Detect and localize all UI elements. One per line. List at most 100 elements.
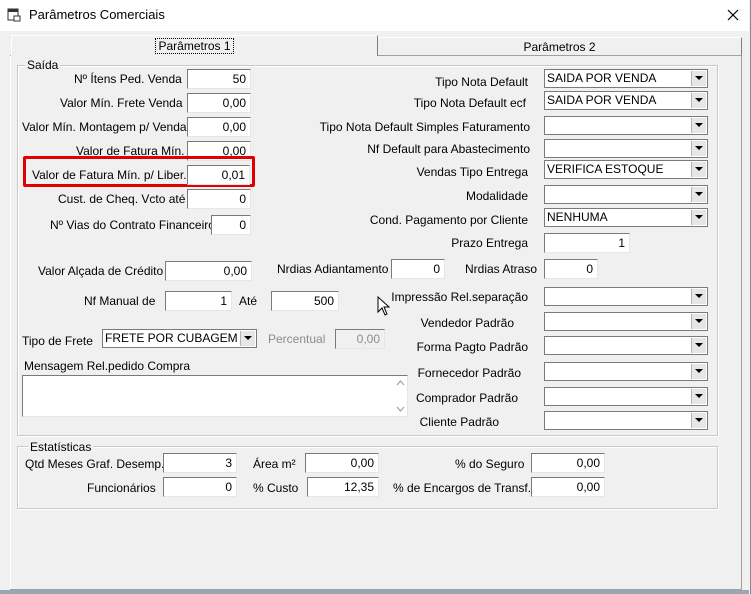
custo-label: % Custo	[253, 481, 299, 495]
estatisticas-group-title: Estatísticas	[28, 440, 94, 454]
chevron-down-icon[interactable]	[240, 331, 255, 346]
title-bar: Parâmetros Comerciais	[0, 0, 749, 31]
area-label: Área m²	[253, 457, 296, 471]
nvias-label: Nº Vias do Contrato Financeiro	[50, 218, 215, 232]
area-field[interactable]: 0,00	[305, 453, 379, 473]
qtdmeses-label: Qtd Meses Graf. Desemp.	[25, 457, 165, 471]
vendastipo-select[interactable]: VERIFICA ESTOQUE	[544, 160, 708, 179]
chevron-down-icon[interactable]	[691, 187, 706, 202]
scroll-down-icon[interactable]	[396, 406, 405, 412]
tipofrete-select[interactable]: FRETE POR CUBAGEM	[102, 329, 257, 348]
seguro-label: % do Seguro	[455, 457, 525, 471]
vendedor-label: Vendedor Padrão	[420, 316, 514, 330]
nrdiasadiant-field[interactable]: 0	[391, 259, 445, 279]
fornecedor-select[interactable]	[544, 362, 708, 381]
chevron-down-icon[interactable]	[691, 210, 706, 225]
vendastipo-value: VERIFICA ESTOQUE	[547, 162, 664, 176]
alcada-field[interactable]: 0,00	[165, 261, 252, 281]
chevron-down-icon[interactable]	[691, 389, 706, 404]
vminfrete-field[interactable]: 0,00	[187, 93, 251, 113]
vendastipo-label: Vendas Tipo Entrega	[416, 165, 528, 179]
alcada-label: Valor Alçada de Crédito	[38, 264, 164, 278]
nvias-field[interactable]: 0	[211, 215, 251, 235]
impressao-select[interactable]	[544, 287, 708, 306]
close-icon[interactable]	[722, 4, 744, 26]
qtdmeses-field[interactable]: 3	[163, 453, 237, 473]
tab-parametros-1[interactable]: Parâmetros 1	[11, 35, 378, 56]
chevron-down-icon[interactable]	[691, 364, 706, 379]
encargos-field[interactable]: 0,00	[531, 477, 605, 497]
impressao-label: Impressão Rel.separação	[391, 290, 528, 304]
tipofrete-value: FRETE POR CUBAGEM	[105, 331, 238, 345]
prazoentrega-label: Prazo Entrega	[451, 236, 528, 250]
dialog-window: Parâmetros Comerciais Parâmetros 1 Parâm…	[0, 0, 751, 594]
tiponotasimples-select[interactable]	[544, 116, 708, 135]
window-title: Parâmetros Comerciais	[29, 7, 165, 22]
scroll-up-icon[interactable]	[396, 380, 405, 386]
prazoentrega-field[interactable]: 1	[544, 233, 630, 253]
saida-group-title: Saída	[25, 58, 61, 72]
chevron-down-icon[interactable]	[691, 289, 706, 304]
app-icon	[7, 8, 21, 22]
vfaturaliber-label: Valor de Fatura Mín. p/ Liber.	[32, 168, 187, 182]
tab-parametros-2-label: Parâmetros 2	[523, 40, 596, 54]
chevron-down-icon[interactable]	[691, 314, 706, 329]
encargos-label: % de Encargos de Transf.	[393, 481, 532, 495]
condpagto-label: Cond. Pagamento por Cliente	[369, 213, 528, 227]
tiponota-value: SAIDA POR VENDA	[547, 71, 657, 85]
mensagem-textarea[interactable]	[22, 375, 408, 417]
nitens-label: Nº Ítens Ped. Venda	[74, 72, 182, 86]
mouse-cursor-icon	[377, 296, 391, 316]
custcheq-field[interactable]: 0	[187, 189, 251, 209]
fornecedor-label: Fornecedor Padrão	[417, 366, 521, 380]
vendedor-select[interactable]	[544, 312, 708, 331]
tiponotaecf-label: Tipo Nota Default ecf	[413, 96, 526, 110]
nfmanual-to-field[interactable]: 500	[271, 291, 339, 311]
tiponota-select[interactable]: SAIDA POR VENDA	[544, 69, 708, 88]
nrdiasadiant-label: Nrdias Adiantamento	[277, 262, 389, 276]
tiponotaecf-select[interactable]: SAIDA POR VENDA	[544, 91, 708, 110]
tiponota-label: Tipo Nota Default	[435, 75, 528, 89]
seguro-field[interactable]: 0,00	[531, 453, 605, 473]
chevron-down-icon[interactable]	[691, 71, 706, 86]
nrdiasatraso-label: Nrdias Atraso	[465, 262, 538, 276]
vminmontagem-label: Valor Mín. Montagem p/ Venda	[22, 120, 187, 134]
funcionarios-label: Funcionários	[87, 481, 156, 495]
chevron-down-icon[interactable]	[691, 141, 706, 156]
comprador-select[interactable]	[544, 387, 708, 406]
nitens-field[interactable]: 50	[187, 69, 251, 89]
vminmontagem-field[interactable]: 0,00	[187, 117, 251, 137]
formapagto-label: Forma Pagto Padrão	[416, 340, 528, 354]
chevron-down-icon[interactable]	[691, 118, 706, 133]
nfabastecimento-select[interactable]	[544, 139, 708, 158]
bottom-strip	[0, 590, 749, 594]
percentual-field: 0,00	[335, 329, 385, 349]
modalidade-label: Modalidade	[465, 189, 528, 203]
chevron-down-icon[interactable]	[691, 93, 706, 108]
chevron-down-icon[interactable]	[691, 413, 706, 428]
nfmanual-label: Nf Manual de	[84, 294, 156, 308]
formapagto-select[interactable]	[544, 336, 708, 355]
modalidade-select[interactable]	[544, 185, 708, 204]
chevron-down-icon[interactable]	[691, 338, 706, 353]
cliente-label: Cliente Padrão	[419, 415, 499, 429]
vfaturaliber-field[interactable]: 0,01	[187, 165, 250, 185]
funcionarios-field[interactable]: 0	[163, 477, 237, 497]
condpagto-select[interactable]: NENHUMA	[544, 208, 708, 227]
tab-parametros-2[interactable]: Parâmetros 2	[378, 37, 742, 56]
condpagto-value: NENHUMA	[547, 210, 608, 224]
ate-label: Até	[239, 294, 258, 308]
nrdiasatraso-field[interactable]: 0	[544, 259, 598, 279]
percentual-label: Percentual	[268, 332, 326, 346]
vminfrete-label: Valor Mín. Frete Venda	[60, 96, 183, 110]
custcheq-label: Cust. de Cheq. Vcto até	[58, 192, 186, 206]
tab-parametros-1-label: Parâmetros 1	[155, 38, 234, 54]
nfabastecimento-label: Nf Default para Abastecimento	[367, 142, 530, 156]
mensagem-label: Mensagem Rel.pedido Compra	[24, 359, 191, 373]
comprador-label: Comprador Padrão	[415, 391, 518, 405]
custo-field[interactable]: 12,35	[307, 477, 379, 497]
nfmanual-from-field[interactable]: 1	[165, 291, 232, 311]
chevron-down-icon[interactable]	[691, 162, 706, 177]
tipofrete-label: Tipo de Frete	[22, 334, 93, 348]
cliente-select[interactable]	[544, 411, 708, 430]
